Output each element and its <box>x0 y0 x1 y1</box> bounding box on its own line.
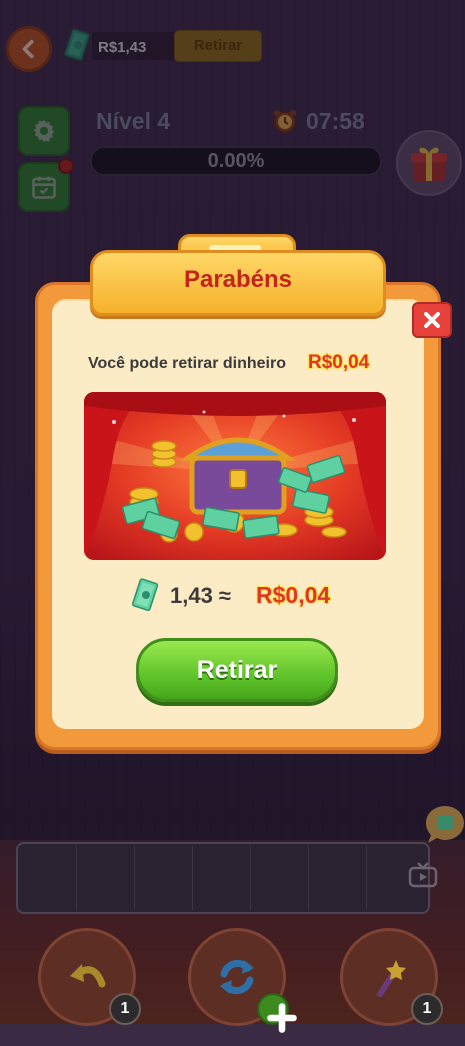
undo-icon <box>70 964 106 988</box>
tray-divider <box>308 846 309 910</box>
conversion-value: 1,43 ≈ <box>170 583 232 608</box>
close-icon <box>424 312 440 328</box>
tray-divider <box>250 846 251 910</box>
undo-count-badge: 1 <box>109 993 141 1025</box>
dialog-title: Parabéns <box>183 266 293 293</box>
shuffle-button[interactable] <box>188 928 297 1033</box>
undo-button[interactable]: 1 <box>38 928 141 1026</box>
conversion-amount: R$0,04 <box>256 582 331 608</box>
withdraw-button[interactable]: Retirar <box>136 638 338 702</box>
plus-icon <box>257 993 297 1033</box>
dialog-subtitle-amount: R$0,04 <box>308 352 370 373</box>
close-button[interactable] <box>412 302 452 338</box>
tile-tray <box>16 842 430 914</box>
magic-wand-button[interactable]: 1 <box>340 928 443 1026</box>
tray-divider <box>366 846 367 910</box>
tray-divider <box>134 846 135 910</box>
tray-divider <box>192 846 193 910</box>
chat-bubble-icon[interactable] <box>424 804 465 850</box>
shuffle-icon <box>220 959 254 995</box>
magic-count-badge: 1 <box>411 993 443 1025</box>
treasure-chest-image <box>84 392 386 560</box>
magic-wand-icon <box>377 960 406 997</box>
cash-icon <box>131 578 159 612</box>
tray-divider <box>76 846 77 910</box>
tv-icon[interactable] <box>408 862 438 888</box>
dialog-subtitle: Você pode retirar dinheiro <box>88 355 286 372</box>
